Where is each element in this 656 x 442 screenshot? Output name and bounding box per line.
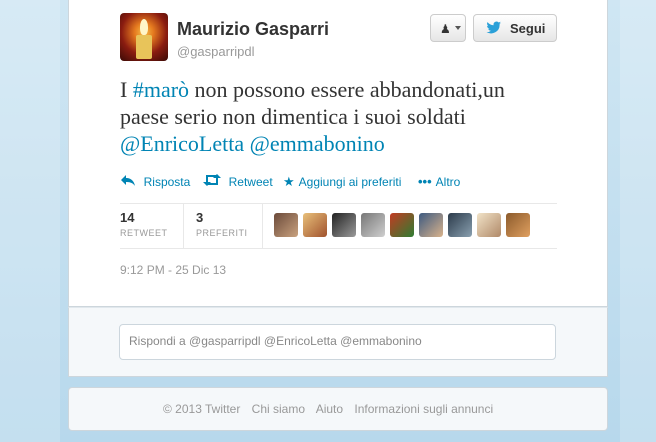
tweet-line2: paese serio non dimentica i suoi soldati bbox=[120, 104, 466, 129]
stats-divider bbox=[183, 204, 184, 248]
retweeter-avatar[interactable] bbox=[332, 213, 356, 237]
retweet-icon bbox=[203, 174, 225, 189]
candle-flame-icon bbox=[140, 19, 148, 35]
follow-button[interactable]: Segui bbox=[473, 14, 557, 42]
reply-icon bbox=[120, 174, 140, 189]
reply-input[interactable]: Rispondi a @gasparripdl @EnricoLetta @em… bbox=[119, 324, 556, 360]
caret-down-icon bbox=[455, 26, 461, 30]
twitter-bird-icon bbox=[486, 21, 502, 38]
favorite-label: Aggiungi ai preferiti bbox=[298, 175, 402, 189]
retweeter-avatar[interactable] bbox=[303, 213, 327, 237]
favorite-stat[interactable]: 3 PREFERITI bbox=[196, 210, 248, 238]
author-name[interactable]: Maurizio Gasparri bbox=[177, 19, 329, 40]
more-label: Altro bbox=[435, 175, 461, 189]
tweet-prefix: I bbox=[120, 77, 133, 102]
footer-copyright: © 2013 Twitter bbox=[163, 402, 241, 416]
retweeter-avatar[interactable] bbox=[419, 213, 443, 237]
user-icon: ♟ bbox=[440, 22, 451, 36]
retweet-label: Retweet bbox=[228, 175, 273, 189]
stats-divider bbox=[262, 204, 263, 248]
candle-icon bbox=[136, 35, 152, 59]
mention-enricoletta[interactable]: @EnricoLetta bbox=[120, 131, 244, 156]
reply-label: Risposta bbox=[143, 175, 191, 189]
author-avatar[interactable] bbox=[120, 13, 168, 61]
user-actions-button[interactable]: ♟ bbox=[430, 14, 466, 42]
retweeter-avatar[interactable] bbox=[477, 213, 501, 237]
follow-label: Segui bbox=[510, 21, 546, 36]
tweet-timestamp[interactable]: 9:12 PM - 25 Dic 13 bbox=[120, 263, 226, 277]
page-footer: © 2013 Twitter Chi siamo Aiuto Informazi… bbox=[68, 387, 608, 431]
mention-emmabonino[interactable]: @emmabonino bbox=[250, 131, 385, 156]
more-action[interactable]: ••• Altro bbox=[418, 174, 460, 189]
footer-link-about[interactable]: Chi siamo bbox=[252, 402, 305, 416]
retweeter-avatar[interactable] bbox=[448, 213, 472, 237]
reply-box: Rispondi a @gasparripdl @EnricoLetta @em… bbox=[68, 307, 608, 377]
retweet-action[interactable]: Retweet bbox=[203, 174, 273, 189]
retweet-count: 14 bbox=[120, 210, 135, 225]
favorite-count: 3 bbox=[196, 210, 204, 225]
hashtag-link[interactable]: #marò bbox=[133, 77, 189, 102]
retweeter-avatar[interactable] bbox=[506, 213, 530, 237]
star-icon: ★ bbox=[283, 174, 295, 189]
retweet-stat[interactable]: 14 RETWEET bbox=[120, 210, 168, 238]
footer-link-ads[interactable]: Informazioni sugli annunci bbox=[354, 402, 493, 416]
retweeter-avatar[interactable] bbox=[361, 213, 385, 237]
tweet-stats: 14 RETWEET 3 PREFERITI bbox=[120, 203, 557, 249]
footer-link-help[interactable]: Aiuto bbox=[316, 402, 343, 416]
reply-action[interactable]: Risposta bbox=[120, 174, 190, 189]
retweeter-avatar[interactable] bbox=[274, 213, 298, 237]
author-handle[interactable]: @gasparripdl bbox=[177, 44, 255, 59]
tweet-line1: non possono essere abbandonati,un bbox=[189, 77, 505, 102]
more-dots-icon: ••• bbox=[418, 174, 432, 189]
tweet-text: I #marò non possono essere abbandonati,u… bbox=[120, 76, 590, 157]
favorite-stat-label: PREFERITI bbox=[196, 228, 248, 238]
favorite-action[interactable]: ★ Aggiungi ai preferiti bbox=[283, 174, 401, 190]
tweet-card: Maurizio Gasparri @gasparripdl ♟ Segui I… bbox=[68, 0, 608, 307]
retweet-stat-label: RETWEET bbox=[120, 228, 168, 238]
retweeter-avatar[interactable] bbox=[390, 213, 414, 237]
